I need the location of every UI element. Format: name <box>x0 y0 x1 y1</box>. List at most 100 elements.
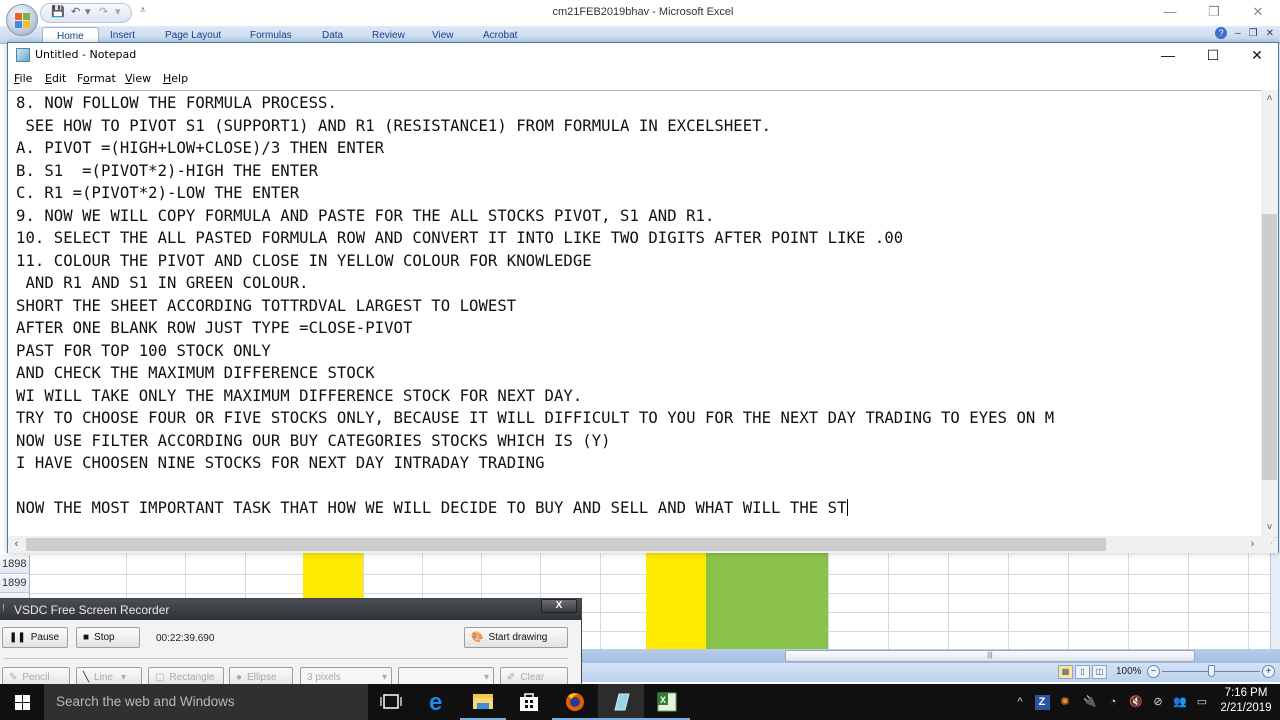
action-center-icon[interactable]: ▭ <box>1193 684 1211 720</box>
show-hidden-icons-icon[interactable]: ^ <box>1012 684 1028 720</box>
wifi-icon[interactable]: ◔ <box>1104 684 1122 720</box>
notepad-line: 9. NOW WE WILL COPY FORMULA AND PASTE FO… <box>16 206 715 225</box>
vscroll-thumb[interactable] <box>1262 214 1277 480</box>
notepad-line: SHORT THE SHEET ACCORDING TOTTRDVAL LARG… <box>16 296 517 315</box>
scroll-left-icon[interactable]: ‹ <box>8 536 25 553</box>
excel-vertical-scrollbar[interactable] <box>1270 553 1280 649</box>
tab-data[interactable]: Data <box>322 30 343 41</box>
normal-view-icon[interactable]: ▦ <box>1058 665 1073 679</box>
close-yellow-cells[interactable] <box>646 553 706 649</box>
tab-view[interactable]: View <box>432 30 454 41</box>
notepad-line: C. R1 =(PIVOT*2)-LOW THE ENTER <box>16 184 300 202</box>
row-header[interactable]: 1899 <box>0 574 30 593</box>
tab-page-layout[interactable]: Page Layout <box>165 30 221 41</box>
workbook-close-icon[interactable]: ✕ <box>1266 28 1274 39</box>
tab-insert[interactable]: Insert <box>110 30 135 41</box>
taskbar-search-box[interactable]: Search the web and Windows <box>44 684 368 720</box>
tab-review[interactable]: Review <box>372 30 405 41</box>
notepad-taskbar-icon[interactable] <box>598 684 644 720</box>
zoom-in-icon[interactable]: + <box>1262 665 1275 678</box>
notepad-line: 8. NOW FOLLOW THE FORMULA PROCESS. <box>16 94 337 112</box>
drawing-icon: 🎨 <box>471 632 484 643</box>
scroll-right-icon[interactable]: › <box>1244 536 1261 553</box>
notepad-line: PAST FOR TOP 100 STOCK ONLY <box>16 341 271 360</box>
clock-time: 7:16 PM <box>1224 687 1268 699</box>
windows-logo-icon <box>15 695 30 710</box>
menu-view[interactable]: View <box>125 72 151 85</box>
excel-restore-button[interactable]: ❐ <box>1192 0 1236 24</box>
power-icon[interactable]: 🔌 <box>1080 684 1100 720</box>
text-caret <box>846 499 848 516</box>
excel-minimize-button[interactable]: — <box>1148 0 1192 24</box>
tab-acrobat[interactable]: Acrobat <box>483 30 517 41</box>
svg-text:e: e <box>429 689 442 716</box>
start-drawing-button[interactable]: 🎨 Start drawing <box>464 627 568 648</box>
workbook-minimize-icon[interactable]: – <box>1235 28 1241 39</box>
stop-icon: ■ <box>83 632 90 643</box>
stop-button[interactable]: ■ Stop <box>76 627 140 648</box>
help-icon[interactable]: ? <box>1215 27 1228 39</box>
notepad-line: NOW USE FILTER ACCORDING OUR BUY CATEGOR… <box>16 431 611 450</box>
excel-window-title: cm21FEB2019bhav - Microsoft Excel <box>552 6 734 18</box>
clock-date: 2/21/2019 <box>1220 702 1272 714</box>
recorder-close-button[interactable]: X <box>541 599 577 613</box>
excel-taskbar-icon[interactable]: X <box>644 684 690 720</box>
svg-text:X: X <box>660 695 666 705</box>
recorder-title: VSDC Free Screen Recorder <box>14 603 170 617</box>
row-header[interactable]: 1898 <box>0 555 30 574</box>
firefox-icon[interactable] <box>552 684 598 720</box>
close-button[interactable]: ✕ <box>1235 43 1279 67</box>
excel-status-bar <box>580 663 1280 682</box>
tab-formulas[interactable]: Formulas <box>250 30 292 41</box>
people-icon[interactable]: 👥 <box>1170 684 1190 720</box>
volume-muted-icon[interactable]: 🔇 <box>1126 684 1146 720</box>
taskbar-clock[interactable]: 7:16 PM 2/21/2019 <box>1214 686 1278 716</box>
zotero-icon[interactable]: Z <box>1033 684 1051 720</box>
file-explorer-icon[interactable] <box>460 684 506 720</box>
zoom-out-icon[interactable]: − <box>1147 665 1160 678</box>
notepad-line: TRY TO CHOOSE FOUR OR FIVE STOCKS ONLY, … <box>16 409 1055 427</box>
hscroll-thumb[interactable] <box>26 538 1106 551</box>
excel-hscroll-thumb[interactable]: ||| <box>785 650 1195 662</box>
notepad-horizontal-scrollbar[interactable]: ‹ › <box>8 536 1261 553</box>
scroll-down-icon[interactable]: ˅ <box>1261 519 1278 536</box>
notepad-line: NOW THE MOST IMPORTANT TASK THAT HOW WE … <box>16 499 848 517</box>
page-layout-view-icon[interactable]: ▯ <box>1075 665 1090 679</box>
notepad-line: I HAVE CHOOSEN NINE STOCKS FOR NEXT DAY … <box>16 454 545 472</box>
zoom-slider-thumb[interactable] <box>1208 665 1215 677</box>
resize-grip-icon[interactable]: ⋰ <box>1261 536 1278 553</box>
menu-format[interactable]: Format <box>77 72 116 85</box>
maximize-button[interactable]: ☐ <box>1191 43 1235 67</box>
notepad-title: Untitled - Notepad <box>35 48 137 61</box>
notepad-vertical-scrollbar[interactable]: ˄ ˅ <box>1261 90 1278 536</box>
notepad-line: B. S1 =(PIVOT*2)-HIGH THE ENTER <box>16 161 319 180</box>
desktop: 💾 ↶ ▾ ↷ ▾ ⩡ cm21FEB2019bhav - Microsoft … <box>0 0 1280 720</box>
notepad-line: AND CHECK THE MAXIMUM DIFFERENCE STOCK <box>16 364 375 382</box>
menu-edit[interactable]: Edit <box>45 72 66 85</box>
store-icon[interactable] <box>506 684 552 720</box>
notepad-text-area[interactable]: 8. NOW FOLLOW THE FORMULA PROCESS. SEE H… <box>8 90 1261 536</box>
scroll-up-icon[interactable]: ˄ <box>1261 90 1278 107</box>
office-button[interactable] <box>6 4 38 36</box>
network-icon[interactable]: ⊘ <box>1148 684 1168 720</box>
task-view-icon[interactable] <box>368 684 414 720</box>
start-button[interactable] <box>0 684 44 720</box>
notepad-line: 11. COLOUR THE PIVOT AND CLOSE IN YELLOW… <box>16 251 592 270</box>
r1-s1-green-cells[interactable] <box>706 553 828 649</box>
avast-icon[interactable]: ✺ <box>1056 684 1074 720</box>
excel-close-button[interactable]: ✕ <box>1236 0 1280 24</box>
menu-file[interactable]: File <box>14 72 32 85</box>
edge-icon[interactable]: e <box>414 684 460 720</box>
page-break-view-icon[interactable]: ◫ <box>1092 665 1107 679</box>
notepad-window: Untitled - Notepad — ☐ ✕ File Edit Forma… <box>7 42 1279 553</box>
recorder-divider <box>4 658 568 659</box>
search-placeholder: Search the web and Windows <box>56 694 235 709</box>
zoom-level[interactable]: 100% <box>1116 666 1142 677</box>
pin-icon[interactable]: ! <box>2 603 5 614</box>
notepad-menubar: File Edit Format View Help <box>8 67 1278 89</box>
workbook-restore-icon[interactable]: ❐ <box>1249 28 1258 39</box>
pause-button[interactable]: ❚❚ Pause <box>2 627 68 648</box>
minimize-button[interactable]: — <box>1146 43 1190 67</box>
line-dropdown-icon[interactable]: ▾ <box>121 672 126 683</box>
menu-help[interactable]: Help <box>163 72 188 85</box>
